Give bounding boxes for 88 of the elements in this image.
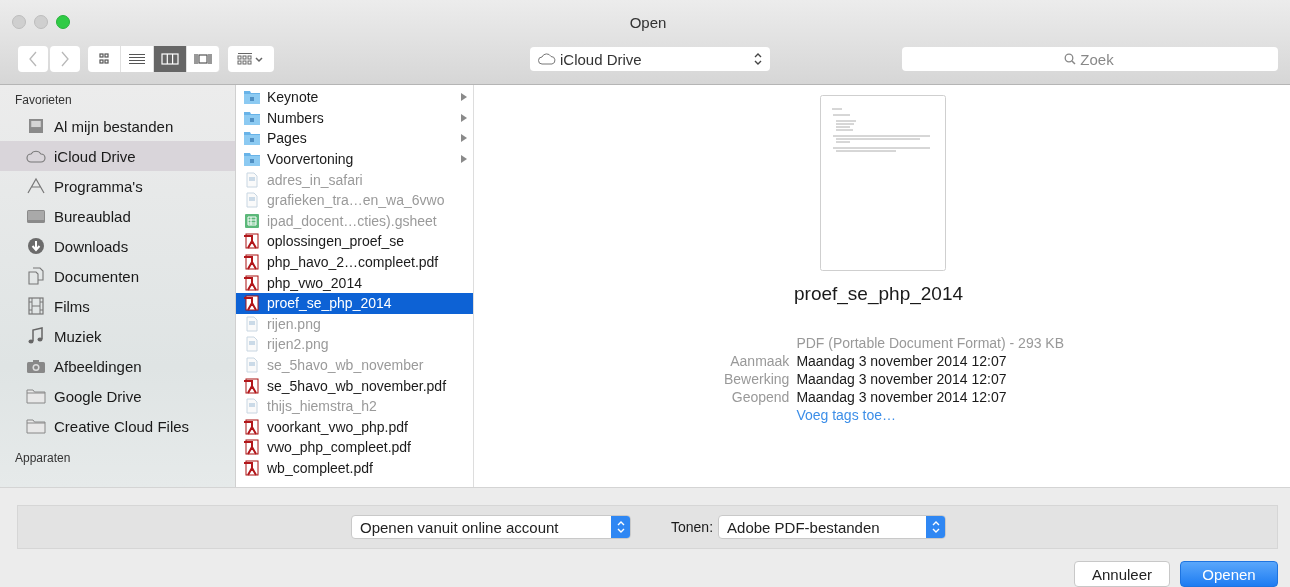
pdf-icon	[243, 274, 261, 291]
sidebar-item[interactable]: Programma's	[0, 171, 235, 201]
download-icon	[26, 237, 46, 255]
search-field[interactable]: Zoek	[902, 47, 1278, 71]
document-icon	[243, 192, 261, 209]
close-button[interactable]	[12, 15, 26, 29]
search-icon	[1064, 53, 1076, 65]
chevron-left-icon	[28, 51, 38, 67]
pdf-icon	[243, 295, 261, 312]
folder-icon	[26, 387, 46, 405]
document-icon	[243, 336, 261, 353]
detail-label: Aanmaak	[729, 353, 790, 369]
detail-value: Maandag 3 november 2014 12:07	[796, 371, 1008, 387]
folder-icon	[243, 151, 261, 168]
file-item[interactable]: Numbers	[236, 107, 473, 129]
cloud-icon	[538, 53, 556, 65]
folder-icon	[243, 89, 261, 106]
document-icon	[243, 171, 261, 188]
detail-label: Bewerking	[724, 371, 790, 387]
sidebar-item[interactable]: Al mijn bestanden	[0, 111, 235, 141]
folder-icon	[26, 417, 46, 435]
view-mode-button[interactable]	[121, 46, 154, 72]
pdf-icon	[243, 254, 261, 271]
chevron-right-icon	[60, 51, 70, 67]
documents-icon	[26, 267, 46, 285]
film-icon	[26, 297, 46, 315]
detail-label: Geopend	[730, 389, 790, 405]
drawer-icon	[26, 117, 46, 135]
filter-label: Tonen:	[671, 519, 714, 535]
back-button[interactable]	[18, 46, 48, 72]
folder-icon	[243, 109, 261, 126]
pdf-icon	[243, 377, 261, 394]
file-kind-size: PDF (Portable Document Format) - 293 KB	[796, 335, 1065, 351]
zoom-button[interactable]	[56, 15, 70, 29]
sidebar-item[interactable]: Bureaublad	[0, 201, 235, 231]
list-icon	[128, 53, 146, 65]
camera-icon	[26, 357, 46, 375]
file-item[interactable]: Keynote	[236, 87, 473, 108]
forward-button[interactable]	[50, 46, 80, 72]
sidebar-item[interactable]: Creative Cloud Files	[0, 411, 235, 441]
document-icon	[243, 357, 261, 373]
location-popup[interactable]: iCloud Drive	[530, 47, 770, 71]
sidebar-item[interactable]: Muziek	[0, 321, 235, 351]
sidebar-section-title: Apparaten	[14, 451, 72, 467]
sidebar-section-title: Favorieten	[14, 93, 73, 109]
sidebar-item[interactable]: Google Drive	[0, 381, 235, 411]
compass-icon	[26, 177, 46, 195]
pdf-icon	[243, 439, 261, 456]
monitor-icon	[26, 207, 46, 225]
sidebar-item[interactable]: iCloud Drive	[0, 141, 235, 171]
file-item[interactable]: Voorvertoning	[236, 148, 473, 170]
sidebar-item[interactable]: Films	[0, 291, 235, 321]
file-item[interactable]: Pages	[236, 128, 473, 149]
arrange-button[interactable]	[228, 46, 274, 72]
pdf-icon	[243, 418, 261, 435]
preview-file-name: proef_se_php_2014	[794, 283, 964, 305]
sidebar-item[interactable]: Afbeeldingen	[0, 351, 235, 381]
document-icon	[243, 315, 261, 332]
sidebar-item[interactable]: Downloads	[0, 231, 235, 261]
document-icon	[243, 398, 261, 415]
minimize-button[interactable]	[34, 15, 48, 29]
pdf-icon	[243, 460, 261, 476]
updown-arrows-icon	[931, 520, 940, 534]
file-item[interactable]: vwo_php_compleet.pdf	[236, 437, 473, 458]
updown-arrows-icon	[754, 52, 762, 66]
file-item[interactable]: oplossingen_proef_se	[236, 231, 473, 252]
window-title: Open	[628, 13, 668, 31]
columns-icon	[161, 53, 179, 65]
source-popup[interactable]: Openen vanuit online account	[351, 515, 631, 539]
sidebar-item[interactable]: Documenten	[0, 261, 235, 291]
cover-flow-icon	[194, 53, 212, 65]
detail-value: Maandag 3 november 2014 12:07	[796, 353, 1008, 369]
file-type-popup[interactable]: Adobe PDF-bestanden	[718, 515, 947, 539]
file-item[interactable]: php_havo_2…compleet.pdf	[236, 251, 473, 273]
file-item[interactable]: se_5havo_wb_november.pdf	[236, 375, 473, 396]
spreadsheet-icon	[243, 212, 261, 229]
grid-dropdown-icon	[237, 53, 265, 65]
updown-arrows-icon	[616, 520, 625, 534]
file-item[interactable]: php_vwo_2014	[236, 272, 473, 293]
music-note-icon	[26, 327, 46, 345]
file-item[interactable]: wb_compleet.pdf	[236, 457, 473, 479]
pdf-icon	[243, 233, 261, 250]
detail-value: Maandag 3 november 2014 12:07	[796, 389, 1008, 405]
file-item[interactable]: proef_se_php_2014	[236, 292, 473, 314]
cancel-button[interactable]: Annuleer	[1074, 561, 1170, 587]
file-item[interactable]: voorkant_vwo_php.pdf	[236, 416, 473, 438]
view-mode-button[interactable]	[154, 46, 187, 72]
folder-icon	[243, 130, 261, 147]
